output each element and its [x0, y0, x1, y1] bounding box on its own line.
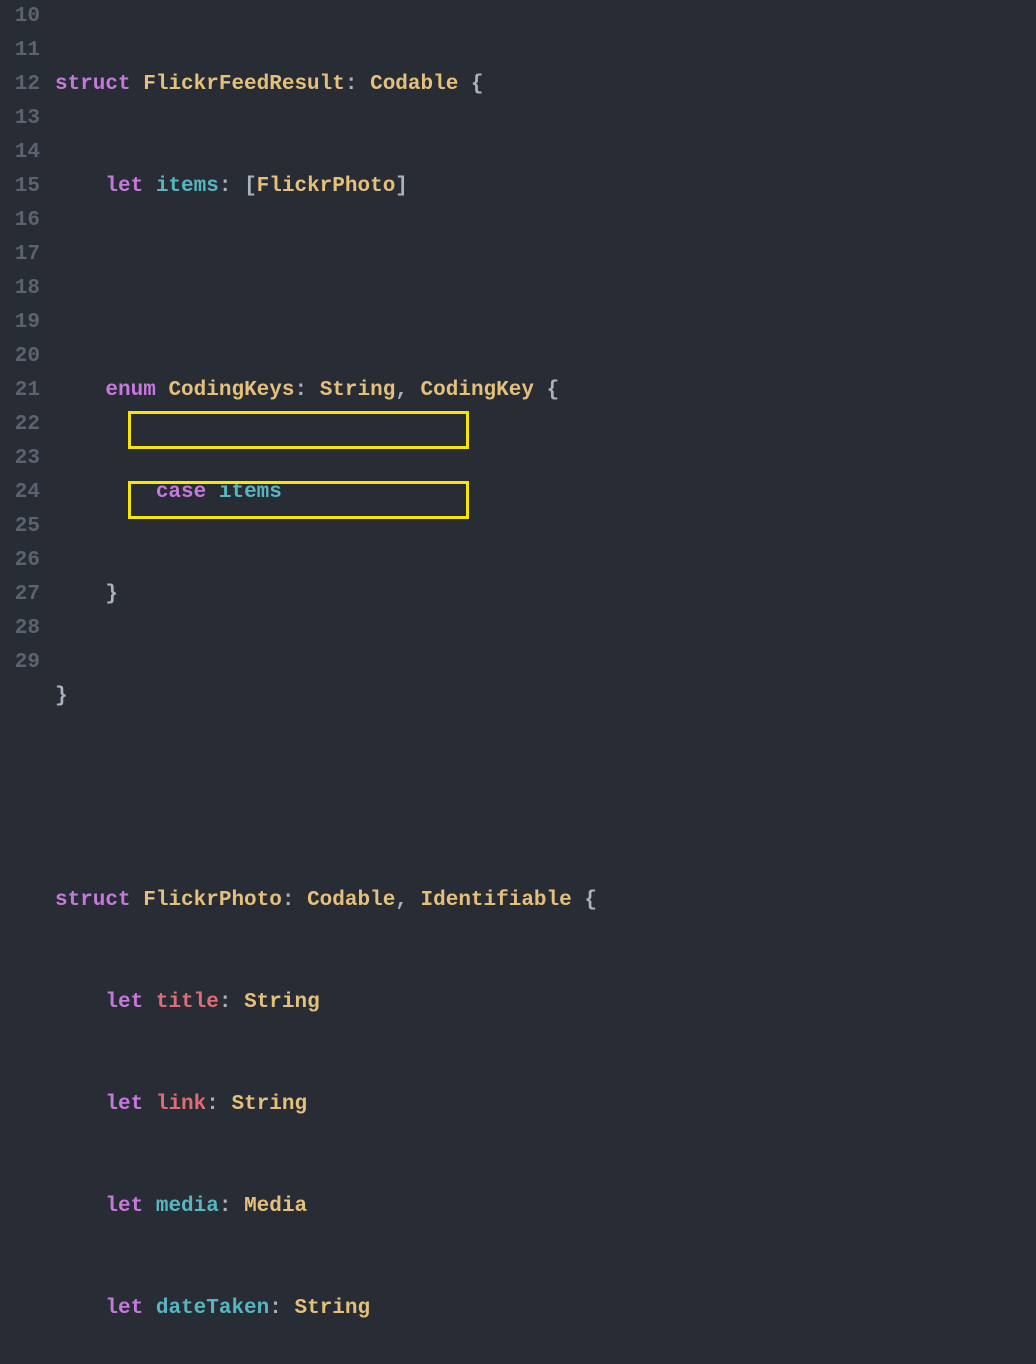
- line-number: 11: [0, 34, 40, 68]
- code-line: [55, 272, 1036, 306]
- code-line: let media: Media: [55, 1190, 1036, 1224]
- line-number-gutter: 1011121314151617181920212223242526272829: [0, 0, 55, 682]
- code-line: let title: String: [55, 986, 1036, 1020]
- line-number: 22: [0, 408, 40, 442]
- line-number: 18: [0, 272, 40, 306]
- line-number: 26: [0, 544, 40, 578]
- line-number: 21: [0, 374, 40, 408]
- line-number: 16: [0, 204, 40, 238]
- line-number: 27: [0, 578, 40, 612]
- line-number: 12: [0, 68, 40, 102]
- code-editor-area[interactable]: struct FlickrFeedResult: Codable { let i…: [55, 0, 1036, 682]
- code-line: enum CodingKeys: String, CodingKey {: [55, 374, 1036, 408]
- code-line: case items: [55, 476, 1036, 510]
- line-number: 10: [0, 0, 40, 34]
- code-line: let items: [FlickrPhoto]: [55, 170, 1036, 204]
- line-number: 24: [0, 476, 40, 510]
- code-line: let dateTaken: String: [55, 1292, 1036, 1326]
- line-number: 19: [0, 306, 40, 340]
- line-number: 25: [0, 510, 40, 544]
- code-line: struct FlickrPhoto: Codable, Identifiabl…: [55, 884, 1036, 918]
- line-number: 29: [0, 646, 40, 680]
- code-line: let link: String: [55, 1088, 1036, 1122]
- code-line: [55, 782, 1036, 816]
- line-number: 14: [0, 136, 40, 170]
- line-number: 23: [0, 442, 40, 476]
- line-number: 28: [0, 612, 40, 646]
- line-number: 17: [0, 238, 40, 272]
- line-number: 13: [0, 102, 40, 136]
- code-line: struct FlickrFeedResult: Codable {: [55, 68, 1036, 102]
- code-line: }: [55, 680, 1036, 714]
- line-number: 20: [0, 340, 40, 374]
- line-number: 15: [0, 170, 40, 204]
- code-content: struct FlickrFeedResult: Codable { let i…: [55, 0, 1036, 1364]
- code-line: }: [55, 578, 1036, 612]
